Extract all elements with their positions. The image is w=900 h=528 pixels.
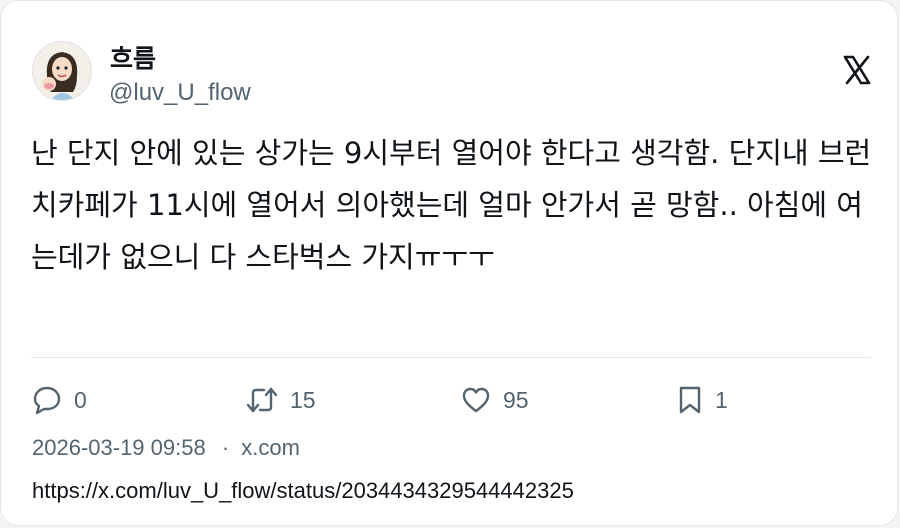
- retweet-count: 15: [290, 386, 316, 413]
- source-label: x.com: [241, 435, 300, 460]
- bookmark-icon: [677, 385, 703, 415]
- divider: [31, 357, 871, 358]
- display-name[interactable]: 흐름: [110, 39, 156, 75]
- avatar[interactable]: [32, 41, 92, 101]
- retweet-button[interactable]: 15: [246, 382, 316, 418]
- x-logo-icon[interactable]: [843, 55, 871, 85]
- tweet-text: 난 단지 안에 있는 상가는 9시부터 열어야 한다고 생각함. 단지내 브런치…: [31, 136, 872, 274]
- like-button[interactable]: 95: [461, 382, 529, 418]
- meta-separator: ·: [221, 435, 230, 460]
- heart-icon: [461, 385, 491, 415]
- tweet-meta: 2026-03-19 09:58 · x.com: [32, 435, 300, 461]
- cartoon-avatar-icon: [33, 42, 91, 100]
- reply-button[interactable]: 0: [32, 382, 87, 418]
- retweet-icon: [246, 385, 278, 415]
- bookmark-button[interactable]: 1: [677, 382, 728, 418]
- timestamp[interactable]: 2026-03-19 09:58: [32, 435, 206, 460]
- bookmark-count: 1: [715, 386, 728, 413]
- reply-count: 0: [74, 386, 87, 413]
- reply-icon: [32, 385, 62, 415]
- tweet-card: 흐름 @luv_U_flow 난 단지 안에 있는 상가는 9시부터 열어야 한…: [0, 0, 898, 526]
- tweet-url[interactable]: https://x.com/luv_U_flow/status/20344343…: [32, 478, 574, 504]
- user-handle[interactable]: @luv_U_flow: [109, 79, 251, 107]
- like-count: 95: [503, 386, 529, 413]
